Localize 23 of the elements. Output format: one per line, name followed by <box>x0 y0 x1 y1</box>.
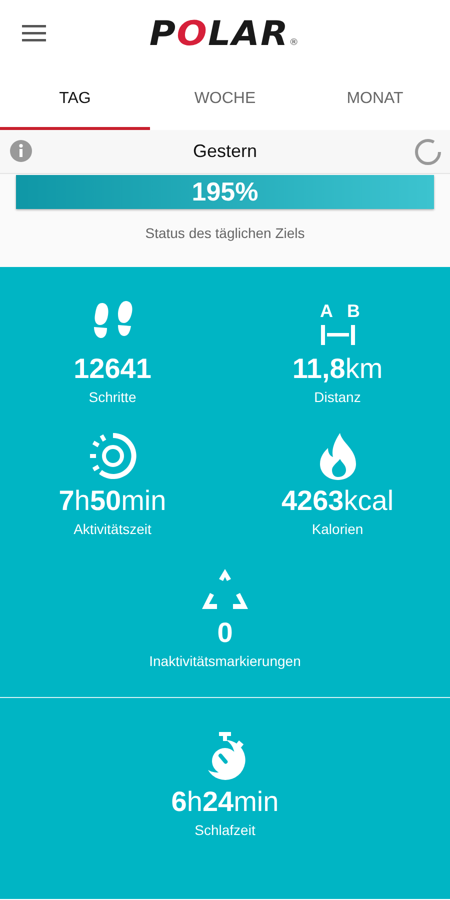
point-b-label: B <box>346 301 360 321</box>
stat-value: 11,8km <box>292 353 383 385</box>
point-a-label: A <box>320 301 332 321</box>
goal-caption: Status des täglichen Ziels <box>145 225 305 241</box>
menu-icon[interactable] <box>22 24 46 42</box>
stat-value: 0 <box>217 617 233 649</box>
stat-value: 4263kcal <box>281 485 394 517</box>
stat-value: 6h24min <box>171 786 279 818</box>
flame-icon <box>318 431 358 481</box>
stat-label: Schlafzeit <box>194 822 256 838</box>
info-icon[interactable] <box>10 140 32 162</box>
goal-percentage: 195% <box>192 176 258 208</box>
stat-label: Distanz <box>314 389 361 405</box>
activity-ring-icon <box>88 431 138 481</box>
stat-label: Schritte <box>88 389 136 405</box>
stat-label: Kalorien <box>312 521 364 537</box>
date-title: Gestern <box>192 141 258 162</box>
polar-logo: POLAR® <box>150 14 300 54</box>
stat-label: Inaktivitätsmarkierungen <box>149 653 301 669</box>
stat-value: 7h50min <box>58 485 166 517</box>
sync-icon[interactable] <box>414 138 442 166</box>
stat-value: 12641 <box>74 353 152 385</box>
stat-label: Aktivitätszeit <box>74 521 152 537</box>
